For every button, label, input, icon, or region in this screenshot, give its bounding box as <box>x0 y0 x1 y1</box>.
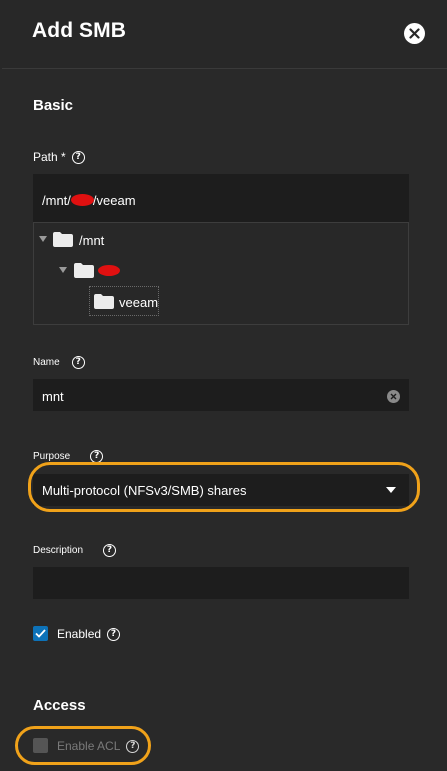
folder-icon <box>53 232 73 247</box>
path-label: Path * ? <box>33 150 85 164</box>
close-icon[interactable] <box>409 28 420 39</box>
expand-arrow-icon[interactable] <box>59 267 67 273</box>
dialog-header: Add SMB <box>0 0 447 68</box>
enabled-label-text: Enabled <box>57 627 102 641</box>
path-value-prefix: /mnt/ <box>42 193 71 208</box>
enabled-label: Enabled ? <box>57 627 121 641</box>
redaction-mark <box>71 194 94 206</box>
description-input[interactable] <box>33 567 409 599</box>
purpose-label-text: Purpose <box>33 451 71 462</box>
check-icon <box>35 629 46 638</box>
redaction-mark <box>98 265 120 276</box>
section-title-access: Access <box>33 697 86 714</box>
folder-icon <box>74 263 94 278</box>
clear-input-icon[interactable] <box>387 390 400 403</box>
help-icon[interactable]: ? <box>71 150 85 164</box>
folder-icon <box>94 294 114 309</box>
help-icon[interactable]: ? <box>103 544 117 557</box>
description-label-text: Description <box>33 545 84 556</box>
section-title-basic: Basic <box>33 97 74 114</box>
enabled-checkbox[interactable] <box>33 626 48 641</box>
help-icon[interactable]: ? <box>71 356 85 369</box>
expand-arrow-icon[interactable] <box>39 236 47 242</box>
name-input[interactable] <box>33 379 409 411</box>
path-value-suffix: /veeam <box>92 193 136 208</box>
annotation-highlight <box>15 726 151 765</box>
help-icon[interactable]: ? <box>107 627 121 641</box>
name-value: mnt <box>42 389 64 404</box>
description-label: Description ? <box>33 544 117 557</box>
name-label: Name ? <box>33 356 85 369</box>
name-label-text: Name <box>33 357 60 368</box>
dialog-title: Add SMB <box>32 19 127 42</box>
close-button[interactable] <box>404 23 425 44</box>
tree-item-veeam[interactable]: veeam <box>119 295 158 310</box>
path-label-text: Path * <box>33 150 66 164</box>
tree-item-mnt[interactable]: /mnt <box>79 233 104 248</box>
annotation-highlight <box>28 462 420 512</box>
